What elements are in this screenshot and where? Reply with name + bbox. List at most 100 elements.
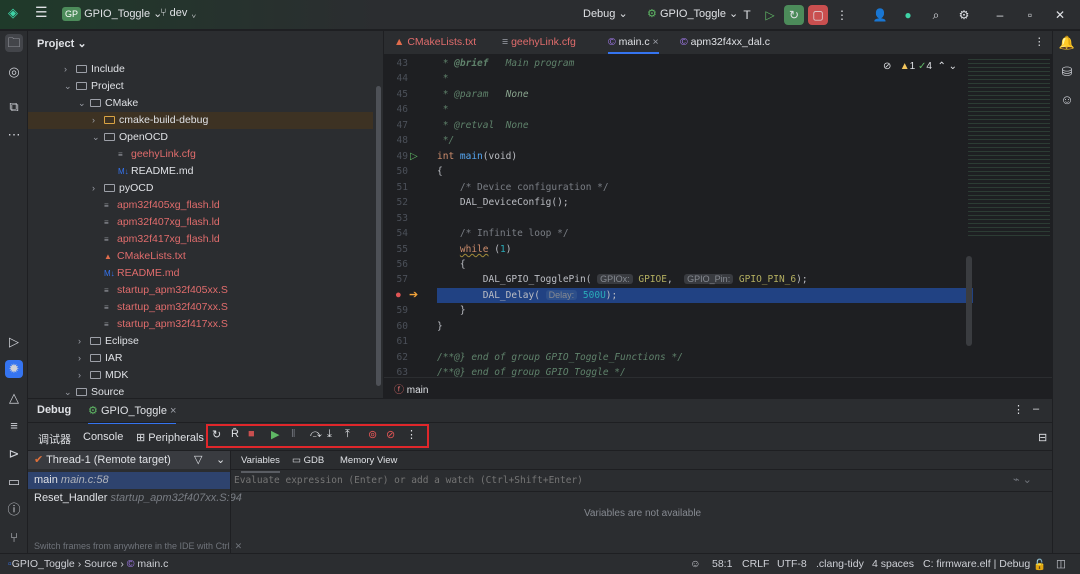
tree-item[interactable]: M↓ README.md: [28, 163, 373, 180]
debug-tool-icon[interactable]: ✹: [5, 360, 23, 378]
toolbar-more-icon[interactable]: ⋮: [406, 428, 417, 441]
tree-item[interactable]: ≡ apm32f417xg_flash.ld: [28, 231, 373, 248]
stop-debug-icon[interactable]: ■: [248, 428, 255, 440]
tree-item[interactable]: ⌄ OpenOCD: [28, 129, 373, 146]
editor-breadcrumb[interactable]: ⓕ main: [384, 377, 1052, 397]
run-tool-icon[interactable]: ▷: [5, 333, 23, 351]
line-number[interactable]: 60: [384, 321, 408, 332]
code-line-62[interactable]: /**@} end of group GPIO_Toggle_Functions…: [437, 352, 683, 363]
tab-cmakelists[interactable]: ▲ CMakeLists.txt: [394, 36, 476, 48]
pause-icon[interactable]: ‖: [291, 428, 296, 440]
tab-gdb[interactable]: ▭ GDB: [292, 455, 324, 466]
services-icon[interactable]: ⊳: [5, 445, 23, 463]
tabs-more-icon[interactable]: ⋮: [1034, 36, 1045, 48]
layout-icon[interactable]: ⊟: [1038, 431, 1047, 444]
code-minimap[interactable]: [968, 56, 1050, 236]
filter-icon[interactable]: ▽: [194, 453, 202, 466]
code-line-52[interactable]: DAL_DeviceConfig();: [437, 197, 569, 208]
line-number[interactable]: 56: [384, 259, 408, 270]
hide-panel-icon[interactable]: –: [1033, 403, 1039, 415]
structure-icon[interactable]: ⧉: [5, 98, 23, 116]
tree-item[interactable]: › pyOCD: [28, 180, 373, 197]
tab-main-c[interactable]: © main.c ×: [608, 36, 659, 54]
line-number[interactable]: 46: [384, 104, 408, 115]
tree-scrollbar[interactable]: [376, 86, 381, 386]
resolve-context[interactable]: C: firmware.elf | Debug: [923, 558, 1030, 570]
line-number[interactable]: 48: [384, 135, 408, 146]
run-gutter-icon[interactable]: ▷: [410, 151, 418, 162]
debug-more-icon[interactable]: ⋮: [1013, 403, 1024, 416]
cmake-tool-icon[interactable]: △: [5, 389, 23, 407]
tree-item[interactable]: ≡ startup_apm32f417xx.S: [28, 316, 373, 333]
tab-apm32f4xx-dal[interactable]: © apm32f4xx_dal.c: [680, 36, 770, 48]
rerun-icon[interactable]: ↻: [212, 428, 221, 441]
tree-item[interactable]: ≡ startup_apm32f407xx.S: [28, 299, 373, 316]
ai-chat-icon[interactable]: ☺: [1058, 91, 1076, 109]
code-line-54[interactable]: /* Infinite loop */: [437, 228, 569, 239]
chevron-right-icon[interactable]: ›: [78, 350, 90, 367]
lock-icon[interactable]: 🔓: [1033, 558, 1046, 571]
ai-status-icon[interactable]: ☺: [690, 558, 701, 570]
line-number[interactable]: 52: [384, 197, 408, 208]
code-line-55[interactable]: while (1): [437, 244, 512, 255]
file-encoding[interactable]: UTF-8: [777, 558, 807, 570]
build-icon[interactable]: T: [737, 5, 757, 25]
chevron-right-icon[interactable]: ›: [78, 333, 90, 350]
tab-console[interactable]: Console: [83, 431, 123, 443]
line-separator[interactable]: CRLF: [742, 558, 769, 570]
chevron-down-icon[interactable]: ⌄: [92, 129, 104, 146]
line-number[interactable]: 55: [384, 244, 408, 255]
plugins-icon[interactable]: ◎: [5, 63, 23, 81]
minimize-icon[interactable]: –: [990, 5, 1010, 25]
code-line-44[interactable]: *: [437, 73, 449, 84]
line-number[interactable]: 45: [384, 89, 408, 100]
line-number[interactable]: 49: [384, 151, 408, 162]
status-breadcrumb[interactable]: ▫GPIO_Toggle › Source › © main.c: [8, 558, 168, 570]
code-line-43[interactable]: * @brief Main program: [437, 58, 575, 69]
database-icon[interactable]: ⛁: [1058, 63, 1076, 81]
stop-icon[interactable]: ▢: [808, 5, 828, 25]
code-line-45[interactable]: * @param None: [437, 89, 529, 100]
debug-session-tab[interactable]: ⚙ GPIO_Toggle ×: [88, 404, 177, 424]
notifications-icon[interactable]: 🔔: [1058, 34, 1076, 52]
chevron-down-icon[interactable]: ⌄: [64, 78, 76, 95]
code-line-60[interactable]: }: [437, 321, 443, 332]
code-line-49[interactable]: int main(void): [437, 151, 517, 162]
step-out-icon[interactable]: ⤒: [345, 428, 350, 441]
todo-icon[interactable]: ≡: [5, 417, 23, 435]
frame-row[interactable]: main main.c:58: [28, 472, 230, 489]
problems-icon[interactable]: ⓘ: [5, 501, 23, 519]
tree-item[interactable]: ▲ CMakeLists.txt: [28, 248, 373, 265]
branch-selector[interactable]: ⑂ dev ⌄: [160, 7, 197, 19]
chevron-right-icon[interactable]: ›: [78, 367, 90, 384]
tree-item[interactable]: ≡ apm32f407xg_flash.ld: [28, 214, 373, 231]
code-line-50[interactable]: {: [437, 166, 443, 177]
line-number[interactable]: 57: [384, 274, 408, 285]
step-into-icon[interactable]: ⤓: [327, 428, 332, 441]
search-icon[interactable]: ⌕: [926, 5, 946, 25]
tree-item[interactable]: ≡ apm32f405xg_flash.ld: [28, 197, 373, 214]
code-line-48[interactable]: */: [437, 135, 454, 146]
memory-indicator-icon[interactable]: ◫: [1056, 558, 1066, 570]
terminal-icon[interactable]: ▭: [5, 473, 23, 491]
project-tool-icon[interactable]: 🗀: [5, 34, 23, 52]
line-number[interactable]: 51: [384, 182, 408, 193]
code-line-59[interactable]: }: [437, 305, 466, 316]
line-number[interactable]: 54: [384, 228, 408, 239]
caret-position[interactable]: 58:1: [712, 558, 732, 570]
tree-item[interactable]: M↓ README.md: [28, 265, 373, 282]
line-number[interactable]: 59: [384, 305, 408, 316]
tab-geehylink[interactable]: ≡ geehyLink.cfg: [502, 36, 576, 48]
tree-item[interactable]: ⌄ Project: [28, 78, 373, 95]
indent-setting[interactable]: 4 spaces: [872, 558, 914, 570]
evaluate-expression-input[interactable]: [234, 472, 1014, 488]
chevron-right-icon[interactable]: ›: [64, 61, 76, 78]
reset-icon[interactable]: R̄: [231, 428, 239, 440]
chevron-down-icon[interactable]: ⌄: [78, 95, 90, 112]
more-tools-icon[interactable]: ⋯: [5, 126, 23, 144]
more-icon[interactable]: ⋮: [832, 5, 852, 25]
linter-status[interactable]: .clang-tidy: [816, 558, 864, 570]
tree-item[interactable]: › Include: [28, 61, 373, 78]
close-hint-icon[interactable]: ✕: [235, 541, 243, 551]
step-over-icon[interactable]: ⤼: [310, 428, 322, 441]
